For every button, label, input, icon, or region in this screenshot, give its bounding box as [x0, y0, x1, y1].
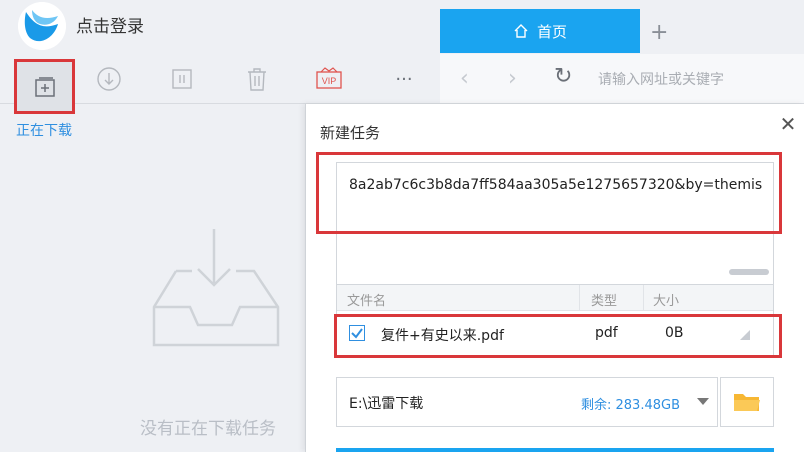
- close-icon[interactable]: ✕: [776, 112, 800, 136]
- bird-logo-icon: [18, 2, 66, 50]
- column-header-type[interactable]: 类型: [591, 290, 617, 309]
- new-tab-button[interactable]: +: [650, 20, 668, 45]
- column-divider: [579, 285, 580, 311]
- empty-state-text: 没有正在下载任务: [140, 419, 276, 439]
- start-download-button[interactable]: [89, 60, 129, 98]
- table-header: 文件名 类型 大小: [337, 285, 773, 311]
- new-task-icon: [34, 76, 55, 97]
- column-header-size[interactable]: 大小: [653, 290, 679, 309]
- file-row-highlight-box: [334, 314, 782, 358]
- column-header-name[interactable]: 文件名: [347, 290, 386, 309]
- download-start-icon: [97, 67, 121, 91]
- reload-button[interactable]: ↻: [554, 64, 572, 89]
- more-icon: ···: [395, 68, 413, 90]
- trash-icon: [248, 68, 266, 91]
- back-button[interactable]: ‹: [460, 66, 469, 91]
- dialog-bottom-accent: [336, 448, 774, 452]
- dialog-title: 新建任务: [320, 124, 381, 142]
- svg-text:VIP: VIP: [322, 76, 337, 86]
- tab-home[interactable]: 首页: [440, 9, 640, 53]
- pause-button[interactable]: [162, 60, 202, 98]
- home-icon: [514, 24, 528, 38]
- delete-button[interactable]: [237, 60, 277, 98]
- browser-area: 首页 + ‹ › ↻ 请输入网址或关键字: [440, 0, 804, 104]
- browse-folder-button[interactable]: [720, 377, 774, 427]
- address-input[interactable]: 请输入网址或关键字: [598, 69, 724, 89]
- login-link[interactable]: 点击登录: [76, 12, 144, 37]
- column-divider: [643, 285, 644, 311]
- chevron-down-icon[interactable]: [697, 398, 709, 405]
- vip-button[interactable]: VIP: [309, 60, 349, 98]
- nav-bar: ‹ › ↻ 请输入网址或关键字: [440, 54, 804, 104]
- pause-icon: [172, 69, 192, 89]
- new-task-dialog: 新建任务 ✕ 8a2ab7c6c3b8da7ff584aa305a5e12756…: [305, 104, 804, 452]
- folder-icon: [734, 394, 760, 411]
- free-space-text: 剩余: 283.48GB: [581, 398, 680, 413]
- more-button[interactable]: ···: [384, 60, 424, 98]
- vip-icon: VIP: [316, 67, 342, 89]
- url-highlight-box: [316, 152, 782, 234]
- login-bar: 点击登录: [0, 0, 440, 54]
- empty-tray-icon: [152, 229, 280, 347]
- forward-button[interactable]: ›: [508, 66, 517, 91]
- new-task-button[interactable]: [14, 59, 75, 114]
- tab-home-label: 首页: [536, 22, 567, 41]
- avatar[interactable]: [18, 2, 66, 50]
- save-path-select[interactable]: E:\迅雷下载 剩余: 283.48GB: [336, 377, 718, 427]
- horizontal-scrollbar[interactable]: [729, 269, 769, 275]
- save-path-value: E:\迅雷下载: [349, 396, 424, 412]
- toolbar: VIP ···: [0, 54, 440, 114]
- tab-downloading[interactable]: 正在下载: [16, 120, 72, 140]
